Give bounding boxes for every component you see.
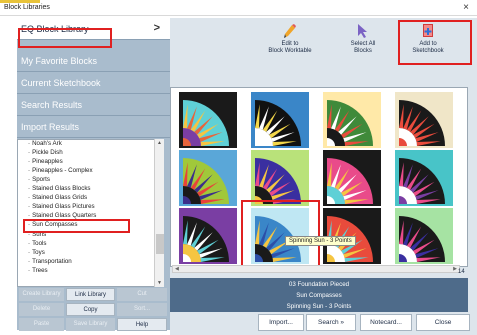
grid-scrollbar[interactable]: ◀ ▶: [172, 265, 460, 273]
tree-item[interactable]: - Toys: [28, 249, 45, 257]
scroll-right-icon[interactable]: ▶: [453, 266, 457, 272]
page-number: 14: [458, 269, 465, 275]
tool-label: Edit to: [281, 41, 299, 47]
copy-button[interactable]: Copy: [66, 303, 115, 316]
block-thumbnail[interactable]: [323, 150, 381, 206]
category-label: Search Results: [21, 100, 83, 110]
title-accent: [0, 0, 40, 3]
block-thumbnail[interactable]: [395, 92, 453, 148]
tree-item[interactable]: - Noah's Ark: [28, 140, 62, 148]
category-current-sketchbook[interactable]: Current Sketchbook: [17, 72, 170, 94]
cursor-icon: [358, 24, 367, 38]
block-tooltip: Spinning Sun - 3 Points: [285, 236, 356, 246]
status-block-name: Spinning Sun - 3 Points: [286, 303, 352, 310]
block-thumbnail[interactable]: [323, 92, 381, 148]
block-thumbnail[interactable]: [251, 92, 309, 148]
close-button[interactable]: Close: [416, 314, 470, 331]
tree-item[interactable]: - Transportation: [28, 258, 72, 266]
tree-item[interactable]: - Stained Glass Quarters: [28, 212, 96, 220]
search-button[interactable]: Search »: [306, 314, 356, 331]
tree-item[interactable]: - Trees: [28, 267, 48, 275]
tree-item[interactable]: - Tools: [28, 240, 47, 248]
category-eq-block-library[interactable]: EQ Block Library >: [17, 18, 170, 40]
delete-button[interactable]: Delete: [19, 303, 64, 316]
import-button[interactable]: Import...: [258, 314, 304, 331]
tool-label: Block Worktable: [268, 48, 312, 54]
category-search-results[interactable]: Search Results: [17, 94, 170, 116]
category-label: Import Results: [21, 122, 80, 132]
category-label: EQ Block Library: [21, 24, 89, 34]
save-library-button[interactable]: Save Library: [66, 318, 115, 331]
link-library-button[interactable]: Link Library: [66, 288, 115, 301]
category-my-favorite-blocks[interactable]: My Favorite Blocks: [17, 50, 170, 72]
sort-button[interactable]: Sort...: [117, 303, 167, 316]
tool-label: Blocks: [354, 48, 372, 54]
status-library: 03 Foundation Pieced: [288, 281, 350, 288]
tree-item-sun-compasses[interactable]: - Sun Compasses: [28, 221, 78, 229]
close-icon[interactable]: ×: [463, 2, 469, 13]
add-book-icon: [423, 24, 433, 37]
category-import-results[interactable]: Import Results: [17, 116, 170, 138]
window-title: Block Libraries: [4, 4, 50, 11]
tree-item[interactable]: - Stained Glass Pictures: [28, 203, 95, 211]
scroll-left-icon[interactable]: ◀: [175, 266, 179, 272]
block-thumbnail[interactable]: [179, 208, 237, 264]
create-library-button[interactable]: Create Library: [19, 288, 64, 301]
tree-item[interactable]: - Suns: [28, 231, 46, 239]
category-label: Current Sketchbook: [21, 78, 101, 88]
block-thumbnail[interactable]: [395, 208, 453, 264]
pencil-icon: [284, 24, 296, 38]
tree-scrollbar[interactable]: ▲ ▼: [154, 139, 164, 287]
tool-label: Add to: [419, 41, 437, 47]
tool-label: Select All: [350, 41, 376, 47]
edit-to-block-worktable-button[interactable]: Edit to Block Worktable: [260, 22, 320, 64]
tree-item[interactable]: - Stained Glass Blocks: [28, 185, 91, 193]
tree-item[interactable]: - Stained Glass Grids: [28, 194, 87, 202]
scroll-down-icon[interactable]: ▼: [157, 280, 162, 286]
tree-item[interactable]: - Pineapples: [28, 158, 63, 166]
paste-button[interactable]: Paste: [19, 318, 64, 331]
block-thumbnail[interactable]: [179, 92, 237, 148]
library-tree[interactable]: - Noah's Ark - Pickle Dish - Pineapples - Pi…: [17, 139, 164, 287]
cut-button[interactable]: Cut: [117, 288, 167, 301]
tool-label: Sketchbook: [412, 48, 444, 54]
tree-item[interactable]: - Pineapples - Complex: [28, 167, 93, 175]
scrollbar-thumb[interactable]: [156, 234, 164, 254]
scroll-up-icon[interactable]: ▲: [157, 140, 162, 146]
status-category: Sun Compasses: [296, 292, 342, 299]
tree-item[interactable]: - Sports: [28, 176, 50, 184]
notecard-button[interactable]: Notecard...: [360, 314, 412, 331]
chevron-right-icon: >: [153, 22, 160, 34]
category-label: My Favorite Blocks: [21, 56, 98, 66]
help-button[interactable]: Help: [117, 318, 167, 331]
block-thumbnail[interactable]: [395, 150, 453, 206]
select-all-blocks-button[interactable]: Select All Blocks: [333, 22, 393, 64]
block-thumbnail[interactable]: [179, 150, 237, 206]
add-to-sketchbook-button[interactable]: Add to Sketchbook: [398, 22, 458, 64]
block-thumbnail[interactable]: [251, 150, 309, 206]
tree-item[interactable]: - Pickle Dish: [28, 149, 63, 157]
title-bar: Block Libraries ×: [0, 0, 477, 16]
